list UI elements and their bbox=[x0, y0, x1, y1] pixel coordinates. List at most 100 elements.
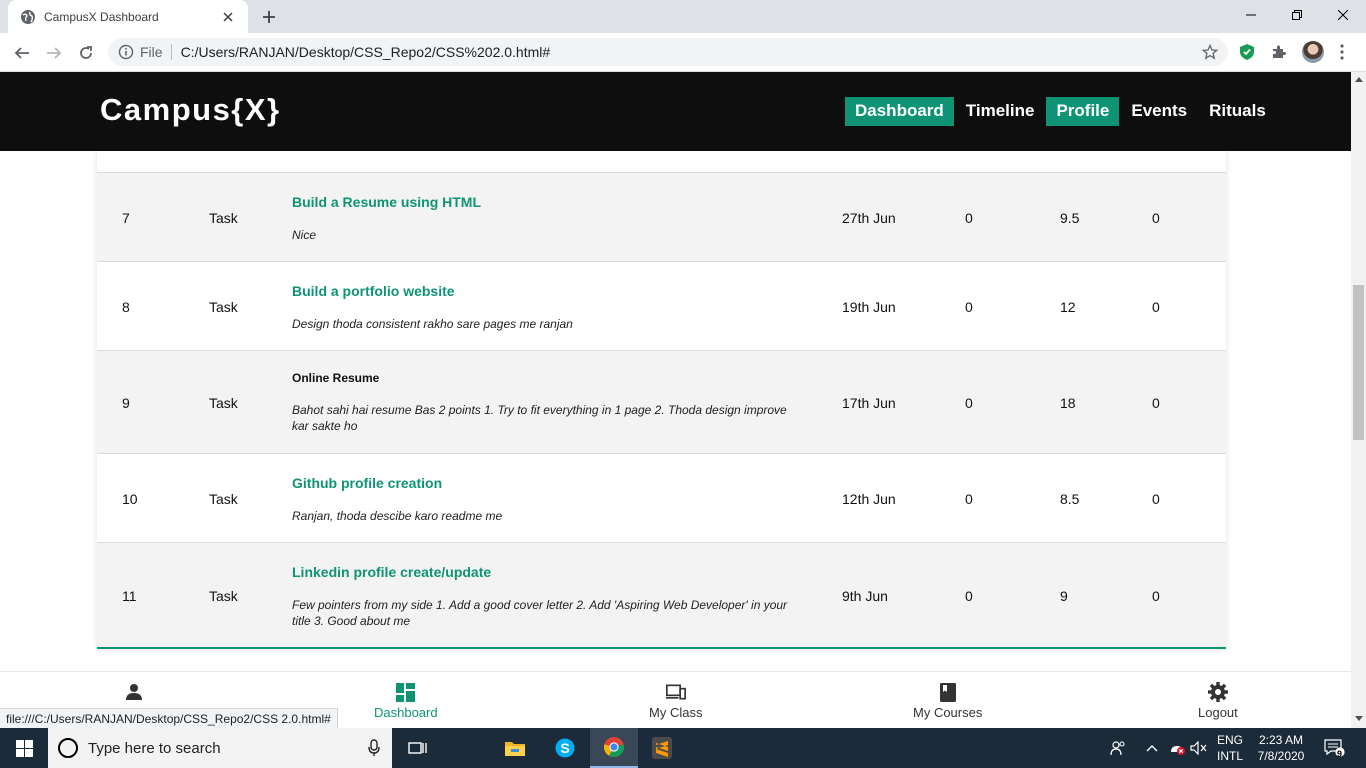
main-nav: Dashboard Timeline Profile Events Ritual… bbox=[845, 97, 1278, 126]
task-title-link[interactable]: Linkedin profile create/update bbox=[292, 564, 797, 580]
task-cell: Linkedin profile create/update Few point… bbox=[292, 564, 797, 629]
row-type: Task bbox=[209, 491, 238, 507]
task-cell: Github profile creation Ranjan, thoda de… bbox=[292, 475, 797, 524]
logout-nav-label: Logout bbox=[1198, 705, 1238, 720]
profile-avatar[interactable] bbox=[1302, 41, 1324, 63]
nav-profile[interactable]: Profile bbox=[1046, 97, 1120, 126]
gear-icon bbox=[1207, 682, 1228, 702]
task-title-link[interactable]: Github profile creation bbox=[292, 475, 797, 491]
table-row: 10 Task Github profile creation Ranjan, … bbox=[97, 453, 1226, 542]
nav-events[interactable]: Events bbox=[1121, 97, 1197, 126]
language-indicator[interactable]: ENG INTL bbox=[1210, 728, 1250, 768]
url-scheme-label: File bbox=[140, 44, 163, 60]
person-icon bbox=[124, 682, 144, 702]
clock-time: 2:23 AM bbox=[1258, 733, 1304, 747]
nav-dashboard[interactable]: Dashboard bbox=[845, 97, 954, 126]
site-logo[interactable]: Campus{X} bbox=[100, 92, 281, 128]
my-class-nav-button[interactable]: My Class bbox=[649, 682, 702, 720]
browser-tab[interactable]: CampusX Dashboard bbox=[8, 0, 248, 33]
windows-start-button[interactable] bbox=[0, 728, 48, 768]
row-number: 10 bbox=[122, 491, 138, 507]
close-icon[interactable] bbox=[220, 9, 236, 25]
globe-icon bbox=[20, 9, 36, 25]
forward-arrow-icon[interactable] bbox=[42, 41, 66, 65]
table-row: 9 Task Online Resume Bahot sahi hai resu… bbox=[97, 350, 1226, 453]
row-date: 9th Jun bbox=[842, 588, 888, 604]
browser-tabstrip: CampusX Dashboard bbox=[0, 0, 1366, 33]
nav-rituals[interactable]: Rituals bbox=[1199, 97, 1276, 126]
task-comment: Bahot sahi hai resume Bas 2 points 1. Tr… bbox=[292, 403, 787, 433]
dashboard-nav-label: Dashboard bbox=[374, 705, 438, 720]
row-number: 7 bbox=[122, 210, 130, 226]
skype-icon[interactable]: S bbox=[541, 728, 589, 768]
devices-icon bbox=[665, 682, 686, 702]
omnibox-divider bbox=[170, 44, 172, 60]
volume-muted-icon[interactable] bbox=[1188, 728, 1210, 768]
dashboard-nav-button[interactable]: Dashboard bbox=[374, 682, 438, 720]
row-score-3: 0 bbox=[1152, 588, 1160, 604]
table-row: 11 Task Linkedin profile create/update F… bbox=[97, 542, 1226, 647]
task-title-link[interactable]: Build a portfolio website bbox=[292, 283, 797, 299]
shield-extension-icon[interactable] bbox=[1237, 42, 1257, 62]
chrome-icon[interactable] bbox=[590, 728, 638, 768]
scroll-thumb[interactable] bbox=[1353, 285, 1364, 440]
row-type: Task bbox=[209, 299, 238, 315]
language-code: ENG bbox=[1216, 733, 1243, 747]
info-icon[interactable] bbox=[118, 44, 134, 60]
url-text[interactable]: C:/Users/RANJAN/Desktop/CSS_Repo2/CSS%20… bbox=[181, 44, 1202, 60]
row-date: 27th Jun bbox=[842, 210, 896, 226]
restore-button[interactable] bbox=[1274, 0, 1320, 30]
sublime-text-icon[interactable] bbox=[638, 728, 686, 768]
book-icon bbox=[938, 682, 958, 702]
svg-text:S: S bbox=[560, 740, 569, 756]
my-courses-nav-button[interactable]: My Courses bbox=[913, 682, 982, 720]
row-type: Task bbox=[209, 210, 238, 226]
task-cell: Online Resume Bahot sahi hai resume Bas … bbox=[292, 371, 797, 434]
new-tab-button[interactable] bbox=[258, 6, 280, 28]
nav-timeline[interactable]: Timeline bbox=[956, 97, 1045, 126]
clock-date: 7/8/2020 bbox=[1257, 749, 1305, 763]
row-score-3: 0 bbox=[1152, 395, 1160, 411]
scroll-up-arrow[interactable] bbox=[1355, 77, 1363, 82]
notification-center-icon[interactable]: 9 bbox=[1320, 728, 1350, 768]
my-class-nav-label: My Class bbox=[649, 705, 703, 720]
windows-taskbar: Type here to search S ENG INTL 2:23 AM 7… bbox=[0, 728, 1366, 768]
profile-nav-button[interactable] bbox=[124, 682, 144, 705]
task-comment: Nice bbox=[292, 228, 317, 242]
row-number: 11 bbox=[122, 588, 137, 604]
keyboard-layout: INTL bbox=[1216, 749, 1243, 763]
task-title-link[interactable]: Build a Resume using HTML bbox=[292, 194, 797, 210]
address-bar[interactable]: File C:/Users/RANJAN/Desktop/CSS_Repo2/C… bbox=[108, 38, 1228, 66]
page-scrollbar[interactable] bbox=[1351, 72, 1366, 728]
reload-icon[interactable] bbox=[74, 41, 98, 65]
task-cell: Build a Resume using HTML Nice bbox=[292, 194, 797, 243]
close-window-button[interactable] bbox=[1320, 0, 1366, 30]
task-title: Online Resume bbox=[292, 371, 380, 385]
scroll-down-arrow[interactable] bbox=[1355, 716, 1363, 721]
back-arrow-icon[interactable] bbox=[10, 41, 34, 65]
taskbar-search[interactable]: Type here to search bbox=[48, 728, 392, 768]
row-score-3: 0 bbox=[1152, 299, 1160, 315]
row-score-1: 0 bbox=[965, 588, 973, 604]
people-icon[interactable] bbox=[1106, 728, 1130, 768]
row-number: 9 bbox=[122, 395, 130, 411]
row-score-2: 18 bbox=[1060, 395, 1076, 411]
chevron-up-icon[interactable] bbox=[1142, 728, 1162, 768]
task-view-icon[interactable] bbox=[394, 728, 442, 768]
minimize-button[interactable] bbox=[1228, 0, 1274, 30]
file-explorer-icon[interactable] bbox=[491, 728, 539, 768]
kebab-menu-icon[interactable] bbox=[1332, 42, 1352, 62]
row-type: Task bbox=[209, 395, 238, 411]
row-score-2: 12 bbox=[1060, 299, 1076, 315]
page-viewport: Campus{X} Dashboard Timeline Profile Eve… bbox=[0, 72, 1351, 728]
puzzle-icon[interactable] bbox=[1269, 42, 1289, 62]
taskbar-clock[interactable]: 2:23 AM 7/8/2020 bbox=[1252, 728, 1310, 768]
row-score-2: 8.5 bbox=[1060, 491, 1080, 507]
microphone-icon[interactable] bbox=[366, 738, 382, 758]
star-icon[interactable] bbox=[1202, 44, 1218, 60]
row-score-3: 0 bbox=[1152, 491, 1160, 507]
my-courses-nav-label: My Courses bbox=[913, 705, 983, 720]
task-comment: Design thoda consistent rakho sare pages… bbox=[292, 317, 573, 331]
logout-nav-button[interactable]: Logout bbox=[1198, 682, 1238, 720]
network-offline-icon[interactable] bbox=[1166, 728, 1188, 768]
